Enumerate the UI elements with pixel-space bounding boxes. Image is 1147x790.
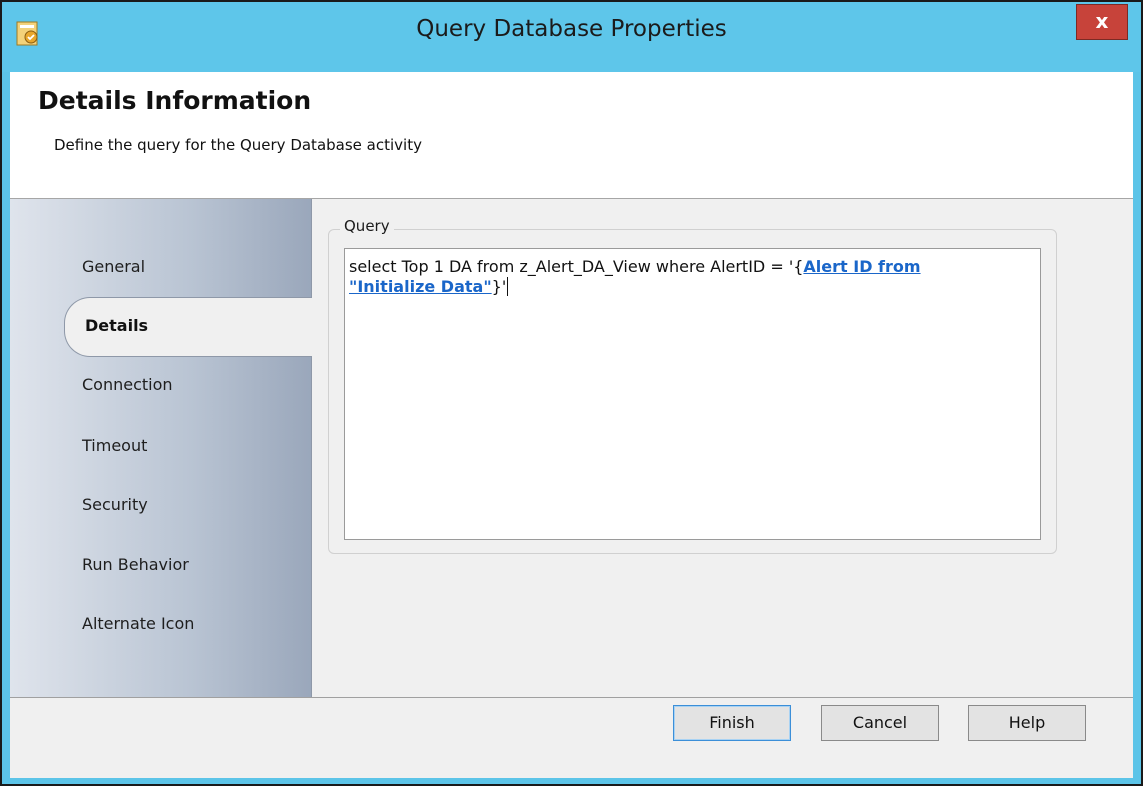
dialog-client: Details Information Define the query for… xyxy=(10,72,1133,778)
query-group-label: Query xyxy=(340,217,394,235)
nav-item-run-behavior[interactable]: Run Behavior xyxy=(82,555,189,574)
nav-item-alternate-icon[interactable]: Alternate Icon xyxy=(82,614,194,633)
button-bar: Finish Cancel Help xyxy=(10,697,1133,778)
details-content: Query select Top 1 DA from z_Alert_DA_Vi… xyxy=(312,199,1133,697)
query-text: select Top 1 DA from z_Alert_DA_View whe… xyxy=(349,257,804,276)
text-caret xyxy=(507,277,509,296)
finish-button[interactable]: Finish xyxy=(673,705,791,741)
link-text-line2: "Initialize Data" xyxy=(349,277,492,296)
nav-item-timeout[interactable]: Timeout xyxy=(82,436,147,455)
details-header: Details Information Define the query for… xyxy=(10,72,1133,199)
nav-item-general[interactable]: General xyxy=(82,257,145,276)
query-text-end: }' xyxy=(491,277,507,296)
page-subtitle: Define the query for the Query Database … xyxy=(54,136,422,154)
help-button[interactable]: Help xyxy=(968,705,1086,741)
close-button[interactable]: x xyxy=(1076,4,1128,40)
dialog-window: Query Database Properties x Details Info… xyxy=(0,0,1143,786)
link-text-line1: Alert ID from xyxy=(803,257,921,276)
cancel-button[interactable]: Cancel xyxy=(821,705,939,741)
page-title: Details Information xyxy=(38,86,312,115)
title-bar[interactable]: Query Database Properties x xyxy=(2,2,1141,72)
nav-item-details[interactable]: Details xyxy=(64,297,316,357)
window-title: Query Database Properties xyxy=(416,16,727,42)
nav-item-connection[interactable]: Connection xyxy=(82,375,173,394)
sidebar-nav: General Details Connection Timeout Secur… xyxy=(10,199,316,697)
query-editor[interactable]: select Top 1 DA from z_Alert_DA_View whe… xyxy=(344,248,1041,540)
nav-item-label: Details xyxy=(85,316,149,335)
nav-item-security[interactable]: Security xyxy=(82,495,148,514)
